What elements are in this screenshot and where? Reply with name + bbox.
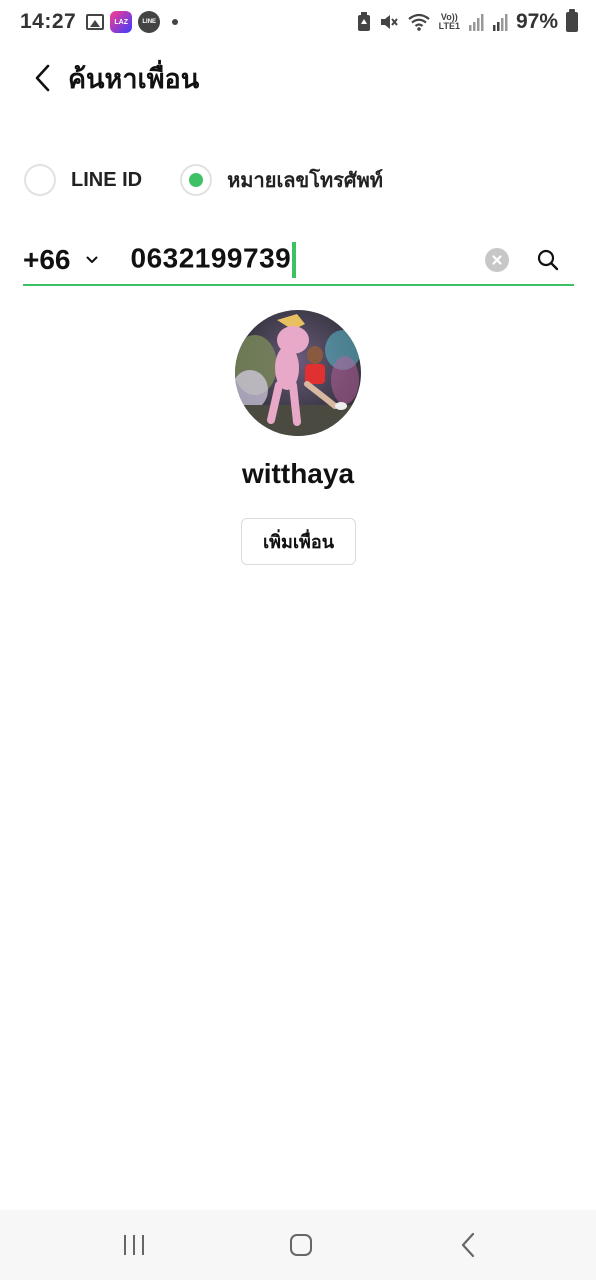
avatar[interactable] [235, 310, 361, 436]
volte-line2: LTE1 [438, 21, 460, 31]
radio-circle-phone-number[interactable] [180, 164, 213, 196]
system-nav-bar [0, 1210, 596, 1280]
mute-icon [379, 12, 399, 32]
back-button[interactable] [22, 58, 62, 98]
status-bar: 14:27 LAZ LINE Vo)) LTE1 97% [0, 0, 596, 44]
close-icon [492, 255, 502, 265]
phone-number-input[interactable]: 0632199739 [131, 242, 297, 278]
back-arrow-icon [461, 1232, 475, 1258]
status-right: Vo)) LTE1 97% [357, 9, 578, 34]
lazada-icon: LAZ [110, 11, 133, 33]
home-button[interactable] [281, 1230, 321, 1260]
system-back-button[interactable] [448, 1230, 488, 1260]
radio-label-phone-number: หมายเลขโทรศัพท์ [227, 170, 383, 192]
search-button[interactable] [534, 246, 562, 274]
battery-percent: 97% [515, 10, 558, 33]
recycle-battery-icon [357, 12, 371, 32]
search-mode-group: LINE ID หมายเลขโทรศัพท์ [24, 164, 383, 196]
volte-indicator: Vo)) LTE1 [439, 13, 460, 31]
radio-line-id[interactable]: LINE ID [24, 164, 142, 196]
signal-icon-2 [492, 13, 508, 31]
signal-icon-1 [468, 13, 484, 31]
chevron-down-icon[interactable] [85, 253, 99, 267]
chevron-left-icon [35, 64, 50, 92]
wifi-icon [407, 12, 431, 32]
phone-search-field[interactable]: +66 0632199739 [23, 236, 574, 286]
line-icon: LINE [138, 11, 161, 33]
add-friend-button[interactable]: เพิ่มเพื่อน [241, 518, 356, 565]
phone-number-value: 0632199739 [130, 242, 292, 274]
radio-circle-line-id[interactable] [24, 164, 56, 196]
gallery-icon [86, 14, 105, 30]
header: ค้นหาเพื่อน [0, 52, 596, 104]
search-icon [537, 249, 559, 271]
home-icon [290, 1234, 312, 1256]
text-caret [292, 242, 297, 278]
page-title: ค้นหาเพื่อน [68, 63, 200, 94]
battery-icon [566, 9, 578, 32]
radio-label-line-id: LINE ID [71, 168, 143, 191]
notification-icons: LAZ LINE [86, 11, 179, 33]
more-dot-icon [172, 19, 179, 25]
country-code-selector[interactable]: +66 [23, 244, 71, 276]
status-time: 14:27 [20, 10, 77, 33]
result-name: witthaya [241, 458, 355, 489]
clear-button[interactable] [485, 248, 509, 272]
recent-apps-button[interactable] [114, 1230, 154, 1260]
recent-apps-icon [124, 1235, 144, 1255]
radio-phone-number[interactable]: หมายเลขโทรศัพท์ [180, 164, 383, 196]
